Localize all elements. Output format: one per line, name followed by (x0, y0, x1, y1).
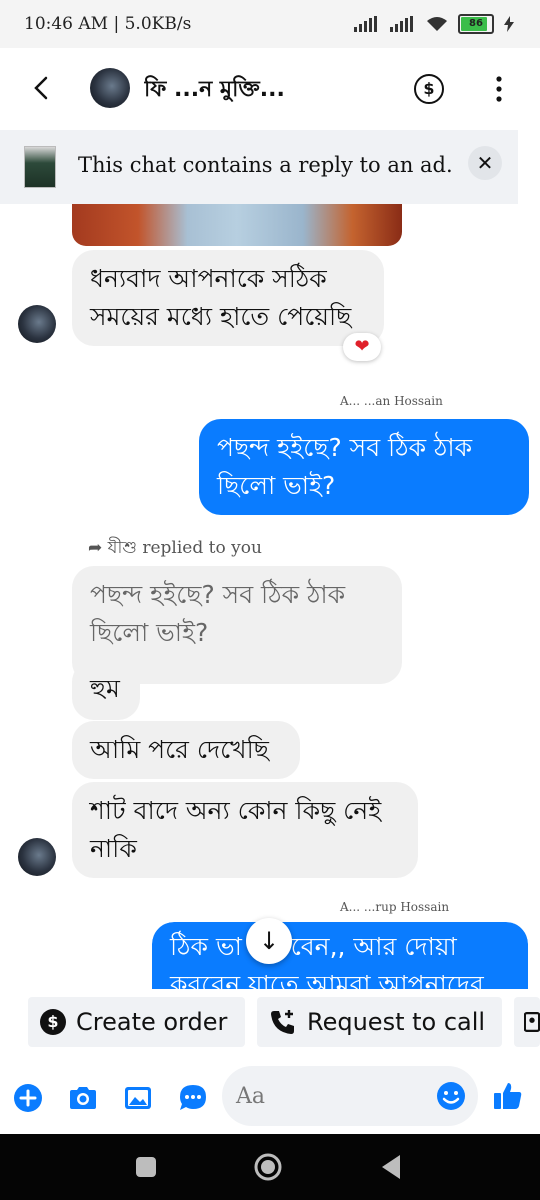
ad-thumbnail[interactable] (24, 146, 56, 188)
request-to-call-label: Request to call (307, 1008, 486, 1036)
contact-name[interactable]: ফি ...ন মুক্তি... (144, 72, 379, 109)
status-time: 10:46 AM | 5.0KB/s (24, 14, 192, 34)
payment-icon[interactable]: $ (414, 74, 444, 104)
message-text: শাট বাদে অন্য কোন কিছু নেই নাকি (90, 796, 382, 863)
sender-avatar[interactable] (18, 305, 56, 343)
thumbs-up-icon[interactable] (492, 1080, 524, 1112)
phone-add-icon (271, 1010, 294, 1034)
incoming-message-bubble[interactable]: হুম (72, 660, 140, 720)
image-message[interactable] (72, 204, 402, 246)
contact-card-icon (524, 1012, 540, 1032)
incoming-message-bubble[interactable]: ধন্যবাদ আপনাকে সঠিক সময়ের মধ্যে হাতে পে… (72, 250, 384, 346)
status-icons: 86 (354, 14, 514, 34)
more-actions-chip[interactable] (514, 997, 540, 1047)
camera-icon[interactable] (67, 1082, 99, 1114)
back-arrow-icon[interactable] (28, 72, 56, 104)
incoming-message-bubble[interactable]: শাট বাদে অন্য কোন কিছু নেই নাকি (72, 782, 418, 878)
back-nav-icon[interactable] (380, 1154, 402, 1180)
signal-icon (354, 16, 377, 32)
outgoing-message-bubble[interactable]: পছন্দ হইছে? সব ঠিক ঠাক ছিলো ভাই? (199, 419, 529, 515)
sender-avatar[interactable] (18, 838, 56, 876)
heart-reaction-icon[interactable]: ❤ (343, 333, 381, 361)
chat-extensions-icon[interactable] (177, 1082, 209, 1114)
sender-name-label: A... ...an Hossain (340, 394, 443, 408)
message-text: হুম (90, 674, 120, 703)
create-order-button[interactable]: $ Create order (28, 997, 245, 1047)
incoming-message-bubble[interactable]: আমি পরে দেখেছি (72, 721, 300, 779)
create-order-label: Create order (76, 1008, 228, 1036)
sender-name-label: A... ...rup Hossain (340, 900, 450, 914)
reply-arrow-icon: ➦ (88, 538, 103, 558)
charging-icon (504, 16, 514, 32)
plus-icon[interactable] (12, 1082, 44, 1114)
quoted-text: পছন্দ হইছে? সব ঠিক ঠাক ছিলো ভাই? (90, 580, 346, 647)
message-text: ধন্যবাদ আপনাকে সঠিক সময়ের মধ্যে হাতে পে… (90, 264, 352, 331)
outgoing-message-clip: ঠিক ভা থাকবেন,, আর দোয়া করবেন যাতে আমরা… (152, 922, 528, 989)
recents-icon[interactable] (135, 1156, 157, 1178)
dollar-icon: $ (40, 1009, 66, 1035)
ad-banner-text: This chat contains a reply to an ad. (78, 153, 453, 177)
message-text: ঠিক ভা থাকবেন,, আর দোয়া করবেন যাতে আমরা… (170, 932, 484, 989)
scroll-to-bottom-button[interactable]: ↓ (246, 918, 292, 964)
reply-label-text: যীশু replied to you (107, 538, 262, 558)
wifi-icon (427, 17, 447, 31)
message-input-placeholder: Aa (236, 1084, 266, 1109)
emoji-icon[interactable] (435, 1080, 467, 1112)
contact-avatar[interactable] (90, 68, 130, 108)
home-icon[interactable] (254, 1153, 282, 1181)
battery-icon: 86 (458, 14, 494, 34)
signal-icon-2 (390, 16, 413, 32)
more-options-icon[interactable] (490, 74, 508, 104)
message-text: আমি পরে দেখেছি (90, 735, 269, 764)
gallery-icon[interactable] (122, 1082, 154, 1114)
message-text: পছন্দ হইছে? সব ঠিক ঠাক ছিলো ভাই? (217, 433, 473, 500)
outgoing-message-bubble[interactable]: ঠিক ভা থাকবেন,, আর দোয়া করবেন যাতে আমরা… (152, 922, 528, 989)
request-to-call-button[interactable]: Request to call (257, 997, 502, 1047)
reply-indicator: ➦ যীশু replied to you (88, 535, 262, 563)
close-banner-button[interactable]: ✕ (468, 146, 502, 180)
